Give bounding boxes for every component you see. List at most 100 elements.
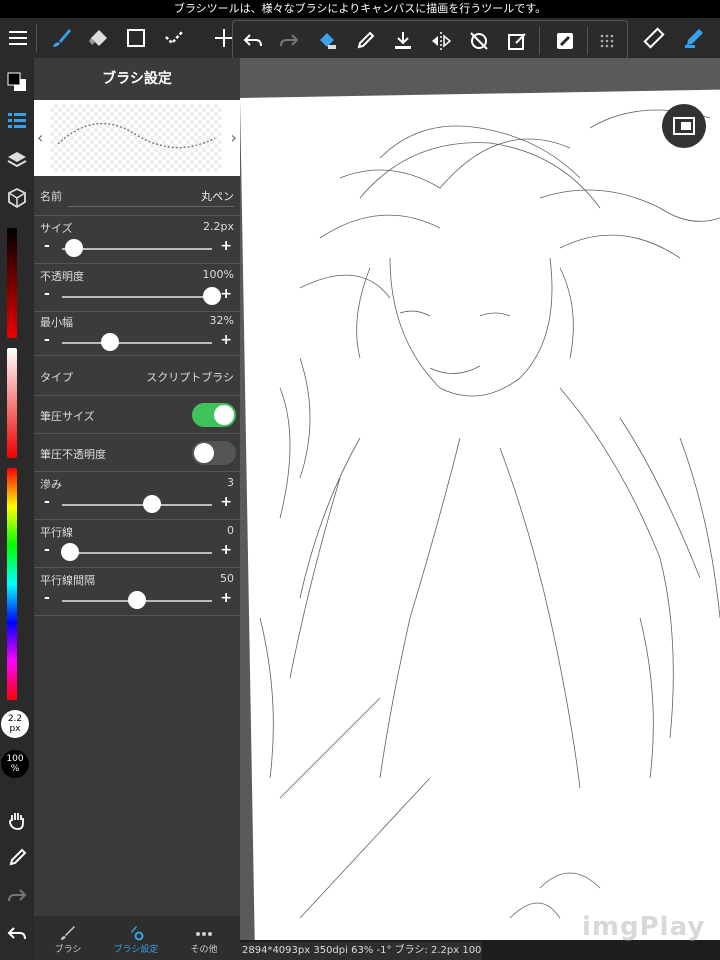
brush-opacity-bubble[interactable]: 100 % xyxy=(1,750,29,778)
brush-size-bubble[interactable]: 2.2 px xyxy=(1,710,29,738)
min-width-slider[interactable] xyxy=(62,333,212,351)
size-label: サイズ xyxy=(40,222,73,235)
name-row[interactable]: 名前 丸ペン xyxy=(34,176,240,216)
pressure-opacity-toggle[interactable] xyxy=(192,441,236,465)
pen-icon[interactable] xyxy=(676,18,712,58)
color-swatch-icon[interactable] xyxy=(0,66,34,98)
size-row: サイズ 2.2px - + xyxy=(34,216,240,264)
parallel-spacing-slider[interactable] xyxy=(62,591,212,609)
redo-icon[interactable] xyxy=(271,21,307,61)
brightness-slider[interactable] xyxy=(7,228,17,338)
watermark: imgPlay xyxy=(582,912,706,942)
pressure-size-toggle[interactable] xyxy=(192,403,236,427)
blur-minus-button[interactable]: - xyxy=(44,494,50,510)
prev-brush-arrow[interactable]: ‹ xyxy=(37,128,43,147)
ruler-icon[interactable] xyxy=(636,18,672,58)
blur-label: 滲み xyxy=(40,478,62,491)
materials-icon[interactable] xyxy=(0,182,34,214)
name-underline xyxy=(68,206,234,207)
parallel-spacing-value: 50 xyxy=(220,572,234,585)
view-mode-button[interactable] xyxy=(662,104,706,148)
pressure-opacity-row: 筆圧不透明度 xyxy=(34,434,240,472)
min-width-minus-button[interactable]: - xyxy=(44,332,50,348)
min-width-slider-knob[interactable] xyxy=(101,333,119,351)
brush-settings-panel: ブラシ設定 ‹ › 名前 丸ペン サイズ 2.2px - + 不透明度 100%… xyxy=(34,58,240,960)
parallel-spacing-slider-knob[interactable] xyxy=(128,591,146,609)
name-value: 丸ペン xyxy=(201,190,234,203)
parallel-spacing-minus-button[interactable]: - xyxy=(44,590,50,606)
blur-slider[interactable] xyxy=(62,495,212,513)
more-icon xyxy=(196,932,212,936)
eraser-icon[interactable] xyxy=(80,18,116,58)
saturation-slider[interactable] xyxy=(7,348,17,458)
opacity-plus-button[interactable]: + xyxy=(220,286,232,302)
opacity-slider[interactable] xyxy=(62,287,221,305)
undo-icon[interactable] xyxy=(0,918,34,950)
panel-title: ブラシ設定 xyxy=(102,71,172,87)
parallel-spacing-plus-button[interactable]: + xyxy=(220,590,232,606)
next-brush-arrow[interactable]: › xyxy=(231,128,237,147)
brush-icon[interactable] xyxy=(44,18,80,58)
brush-list-icon[interactable] xyxy=(0,104,34,136)
min-width-row: 最小幅 32% - + xyxy=(34,312,240,356)
edit-icon[interactable] xyxy=(499,21,535,61)
tab-brush[interactable]: ブラシ xyxy=(34,916,102,960)
eyedropper-icon[interactable] xyxy=(0,842,34,874)
brush-size-value: 2.2 xyxy=(7,714,23,724)
opacity-value: 100% xyxy=(202,268,234,281)
hand-icon[interactable] xyxy=(0,804,34,836)
size-value: 2.2px xyxy=(203,220,234,233)
grid-icon[interactable] xyxy=(589,21,625,61)
rotate-off-icon[interactable] xyxy=(461,21,497,61)
size-slider[interactable] xyxy=(62,239,212,257)
parallel-slider-knob[interactable] xyxy=(60,543,79,561)
pressure-size-row: 筆圧サイズ xyxy=(34,396,240,434)
pressure-size-label: 筆圧サイズ xyxy=(40,410,95,423)
parallel-plus-button[interactable]: + xyxy=(220,542,232,558)
flip-icon[interactable] xyxy=(423,21,459,61)
brush-icon xyxy=(61,926,75,940)
tab-brush-settings[interactable]: ブラシ設定 xyxy=(102,916,170,960)
toolbar-divider xyxy=(36,24,37,52)
app-root: ブラシツールは、様々なブラシによりキャンバスに描画を行うツールです。 imgPl… xyxy=(0,0,720,960)
name-label: 名前 xyxy=(40,190,62,203)
menu-icon[interactable] xyxy=(0,18,36,58)
tab-brush-label: ブラシ xyxy=(54,945,82,955)
check-icon[interactable] xyxy=(156,18,192,58)
tab-other-label: その他 xyxy=(190,945,218,955)
size-plus-button[interactable]: + xyxy=(220,238,232,254)
panel-tab-bar: ブラシ ブラシ設定 その他 xyxy=(34,916,240,960)
redo-icon[interactable] xyxy=(0,880,34,912)
blur-row: 滲み 3 - + xyxy=(34,472,240,520)
snap-icon[interactable] xyxy=(547,21,583,61)
parallel-slider[interactable] xyxy=(60,543,212,561)
blur-plus-button[interactable]: + xyxy=(220,494,232,510)
brush-preview: ‹ › xyxy=(34,100,240,176)
brush-settings-icon xyxy=(131,926,144,941)
select-rect-icon[interactable] xyxy=(118,18,154,58)
type-row[interactable]: タイプ スクリプトブラシ xyxy=(34,356,240,396)
parallel-row: 平行線 0 - + xyxy=(34,520,240,568)
brush-preview-area xyxy=(50,104,222,172)
layers-icon[interactable] xyxy=(0,144,34,176)
opacity-slider-knob[interactable] xyxy=(203,287,221,305)
hue-slider[interactable] xyxy=(7,468,17,700)
parallel-label: 平行線 xyxy=(40,526,73,539)
tab-other[interactable]: その他 xyxy=(170,916,238,960)
toolbar-divider xyxy=(539,27,540,55)
eyedropper-icon[interactable] xyxy=(347,21,383,61)
min-width-plus-button[interactable]: + xyxy=(220,332,232,348)
canvas-info-bar: 2894*4093px 350dpi 63% -1° ブラシ: 2.2px 10… xyxy=(240,942,482,960)
parallel-minus-button[interactable]: - xyxy=(44,542,50,558)
blur-slider-knob[interactable] xyxy=(143,495,161,513)
bucket-icon[interactable] xyxy=(309,21,345,61)
download-icon[interactable] xyxy=(385,21,421,61)
toolbar-divider xyxy=(587,27,588,55)
opacity-minus-button[interactable]: - xyxy=(44,286,50,302)
undo-icon[interactable] xyxy=(235,21,271,61)
parallel-spacing-label: 平行線間隔 xyxy=(40,574,95,587)
size-minus-button[interactable]: - xyxy=(44,238,50,254)
type-value: スクリプトブラシ xyxy=(146,371,234,384)
drawing-canvas[interactable] xyxy=(240,58,720,940)
size-slider-knob[interactable] xyxy=(65,239,83,257)
